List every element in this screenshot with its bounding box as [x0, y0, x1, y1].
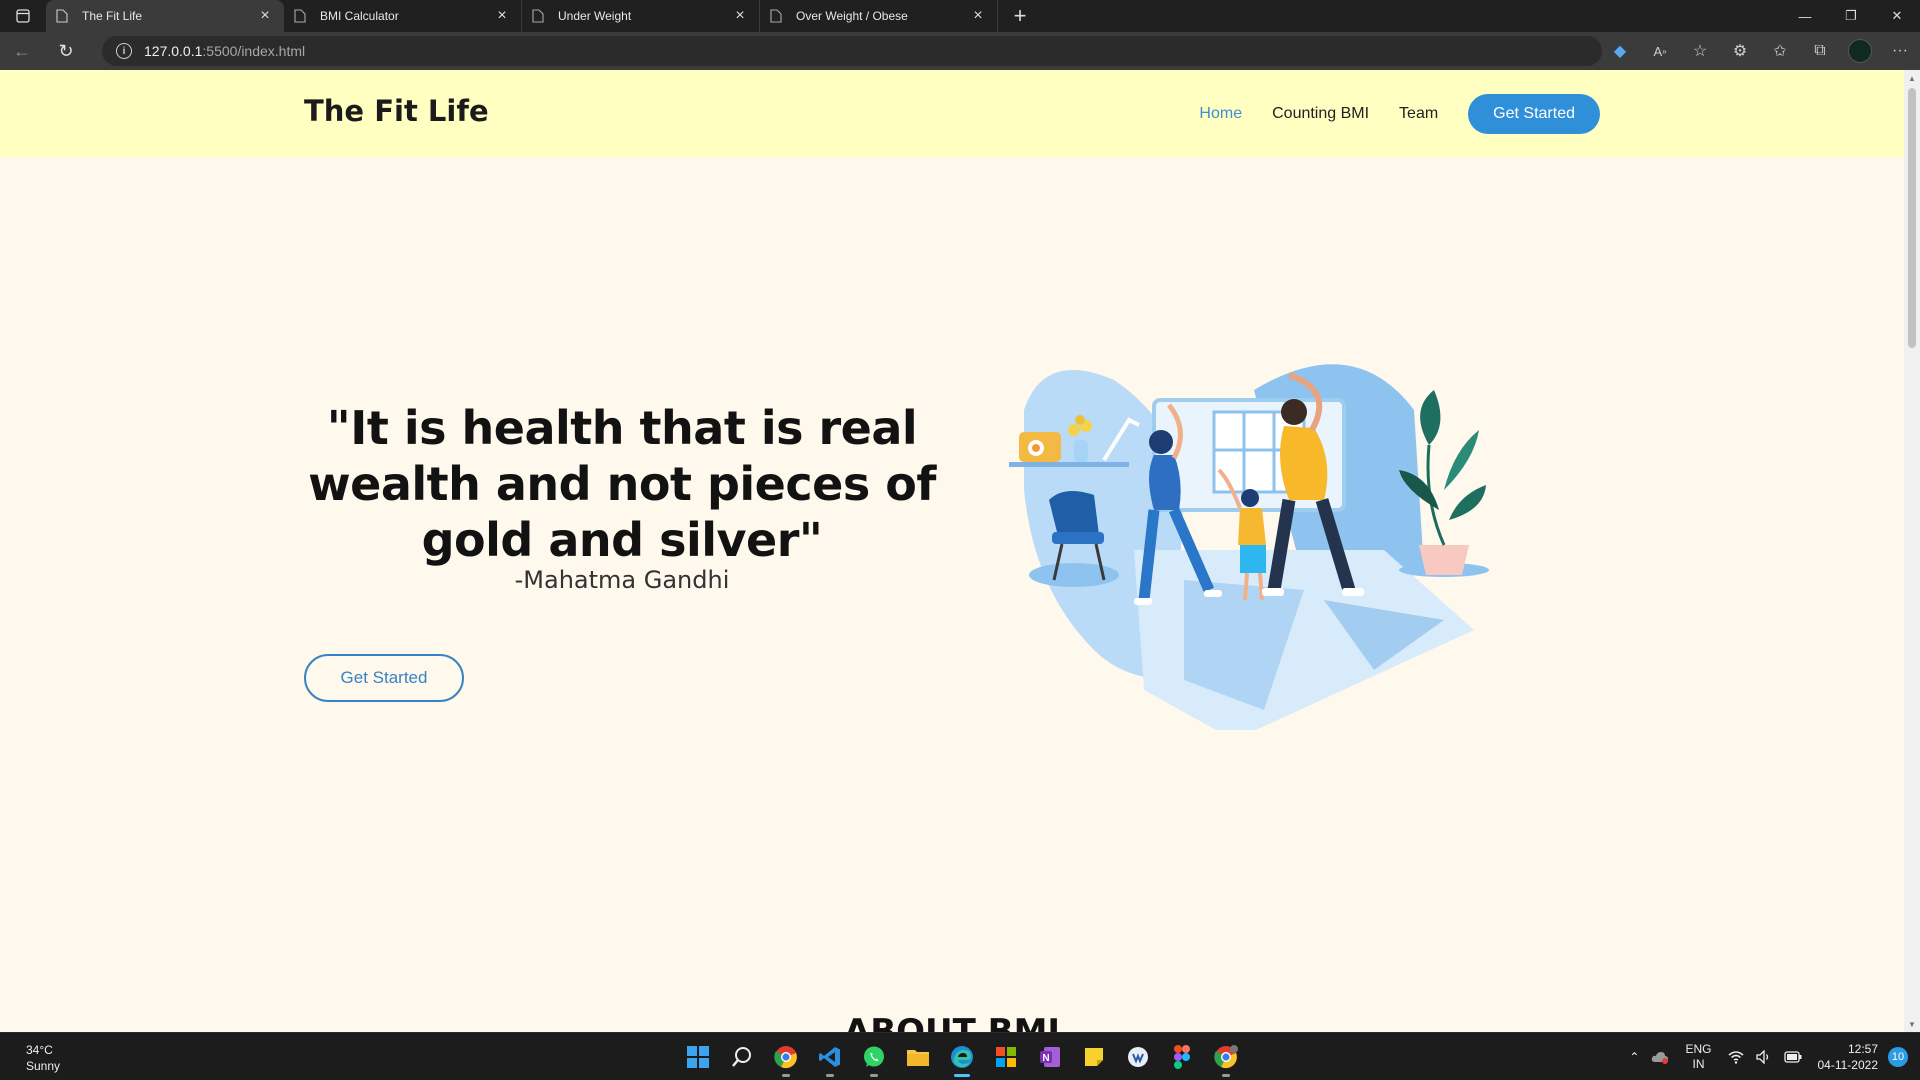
hero-quote: "It is health that is real wealth and no… — [308, 401, 936, 567]
page-icon — [770, 8, 784, 24]
volume-icon[interactable] — [1755, 1050, 1772, 1064]
search-icon[interactable] — [720, 1035, 764, 1079]
vscode-icon[interactable] — [808, 1035, 852, 1079]
start-icon[interactable] — [676, 1035, 720, 1079]
onenote-icon[interactable]: N — [1028, 1035, 1072, 1079]
region-code: IN — [1692, 1057, 1705, 1071]
scroll-down-icon[interactable]: ▼ — [1904, 1016, 1920, 1032]
file-explorer-icon[interactable] — [896, 1035, 940, 1079]
chrome-icon[interactable] — [1204, 1035, 1248, 1079]
whatsapp-icon[interactable] — [852, 1035, 896, 1079]
tab-title: BMI Calculator — [320, 9, 399, 23]
shopping-tag-icon[interactable]: ◆ — [1600, 32, 1640, 70]
browser-tab-under-weight[interactable]: Under Weight × — [522, 0, 760, 32]
url-host: 127.0.0.1 — [144, 43, 203, 59]
collections-icon[interactable]: ⧉ — [1800, 32, 1840, 70]
weather-desc: Sunny — [26, 1059, 61, 1073]
site-logo[interactable]: The Fit Life — [304, 94, 489, 128]
browser-tab-bar: The Fit Life × BMI Calculator × Under We… — [0, 0, 1920, 32]
favorites-icon[interactable]: ✩ — [1760, 32, 1800, 70]
figma-icon[interactable] — [1160, 1035, 1204, 1079]
onedrive-icon[interactable] — [1651, 1050, 1669, 1064]
site-info-icon[interactable]: i — [116, 43, 132, 59]
close-window-icon[interactable]: ✕ — [1874, 0, 1920, 32]
hero-family-exercise-illustration — [1009, 364, 1489, 730]
taskbar-apps: N — [676, 1033, 1248, 1080]
minimize-icon[interactable]: — — [1782, 0, 1828, 32]
windows-taskbar: 34°C Sunny N ⌃ ENG IN 12:57 04-11-2022 1… — [0, 1032, 1920, 1080]
store-icon[interactable] — [984, 1035, 1028, 1079]
battery-icon[interactable] — [1783, 1051, 1802, 1063]
language-indicator[interactable]: ENG IN — [1685, 1042, 1711, 1072]
read-aloud-icon[interactable]: A» — [1640, 32, 1680, 70]
browser-tab-bmi-calculator[interactable]: BMI Calculator × — [284, 0, 522, 32]
nav-team[interactable]: Team — [1399, 105, 1438, 123]
nav-counting-bmi[interactable]: Counting BMI — [1272, 105, 1369, 123]
more-menu-icon[interactable]: ··· — [1880, 32, 1920, 70]
page-icon — [294, 8, 308, 24]
svg-text:N: N — [1042, 1053, 1049, 1064]
about-bmi-heading: ABOUT BMI — [843, 1012, 1061, 1032]
window-controls: — ❐ ✕ — [1782, 0, 1920, 32]
weather-temp: 34°C — [26, 1043, 53, 1057]
page-scrollbar[interactable]: ▲ ▼ — [1904, 70, 1920, 1032]
address-bar[interactable]: i 127.0.0.1:5500/index.html — [102, 36, 1602, 66]
nav-get-started-button[interactable]: Get Started — [1468, 94, 1600, 134]
nav-home[interactable]: Home — [1199, 105, 1242, 123]
sticky-notes-icon[interactable] — [1072, 1035, 1116, 1079]
site-header: The Fit Life Home Counting BMI Team Get … — [0, 70, 1904, 157]
back-icon[interactable]: ← — [0, 32, 44, 70]
weather-widget[interactable]: 34°C Sunny — [26, 1042, 60, 1074]
notification-badge[interactable]: 10 — [1888, 1047, 1908, 1067]
hero-quote-author: -Mahatma Gandhi — [514, 566, 730, 594]
main-nav: Home Counting BMI Team Get Started — [1169, 94, 1600, 134]
browser-toolbar-actions: ◆ A» ☆ ⚙ ✩ ⧉ ··· — [1600, 32, 1920, 70]
scroll-up-icon[interactable]: ▲ — [1904, 70, 1920, 86]
refresh-icon[interactable]: ↻ — [44, 32, 88, 70]
tab-title: The Fit Life — [82, 9, 143, 23]
app-circle-icon[interactable] — [1116, 1035, 1160, 1079]
add-favorite-icon[interactable]: ☆ — [1680, 32, 1720, 70]
clock-date: 04-11-2022 — [1817, 1058, 1879, 1072]
extensions-icon[interactable]: ⚙ — [1720, 32, 1760, 70]
new-tab-button[interactable]: + — [1002, 0, 1038, 32]
close-icon[interactable]: × — [256, 7, 274, 25]
page-icon — [532, 8, 546, 24]
close-icon[interactable]: × — [493, 7, 511, 25]
tab-actions-icon[interactable] — [0, 0, 46, 32]
scrollbar-thumb[interactable] — [1908, 88, 1916, 348]
wifi-icon[interactable] — [1728, 1050, 1744, 1064]
tab-title: Under Weight — [558, 9, 632, 23]
language-code: ENG — [1685, 1042, 1712, 1056]
url-path: :5500/index.html — [202, 43, 306, 59]
page-icon — [56, 8, 70, 24]
hero-get-started-button[interactable]: Get Started — [304, 654, 464, 702]
close-icon[interactable]: × — [731, 7, 749, 25]
browser-tab-over-weight[interactable]: Over Weight / Obese × — [760, 0, 998, 32]
edge-icon[interactable] — [940, 1035, 984, 1079]
chrome-icon[interactable] — [764, 1035, 808, 1079]
page-viewport: The Fit Life Home Counting BMI Team Get … — [0, 70, 1904, 1032]
profile-avatar[interactable] — [1840, 32, 1880, 70]
tab-title: Over Weight / Obese — [796, 9, 908, 23]
restore-icon[interactable]: ❐ — [1828, 0, 1874, 32]
close-icon[interactable]: × — [969, 7, 987, 25]
clock[interactable]: 12:57 04-11-2022 — [1818, 1041, 1879, 1073]
system-tray: ⌃ ENG IN 12:57 04-11-2022 10 — [1623, 1033, 1908, 1080]
browser-tab-the-fit-life[interactable]: The Fit Life × — [46, 0, 284, 32]
clock-time: 12:57 — [1847, 1042, 1878, 1056]
chevron-up-icon[interactable]: ⌃ — [1629, 1050, 1639, 1064]
